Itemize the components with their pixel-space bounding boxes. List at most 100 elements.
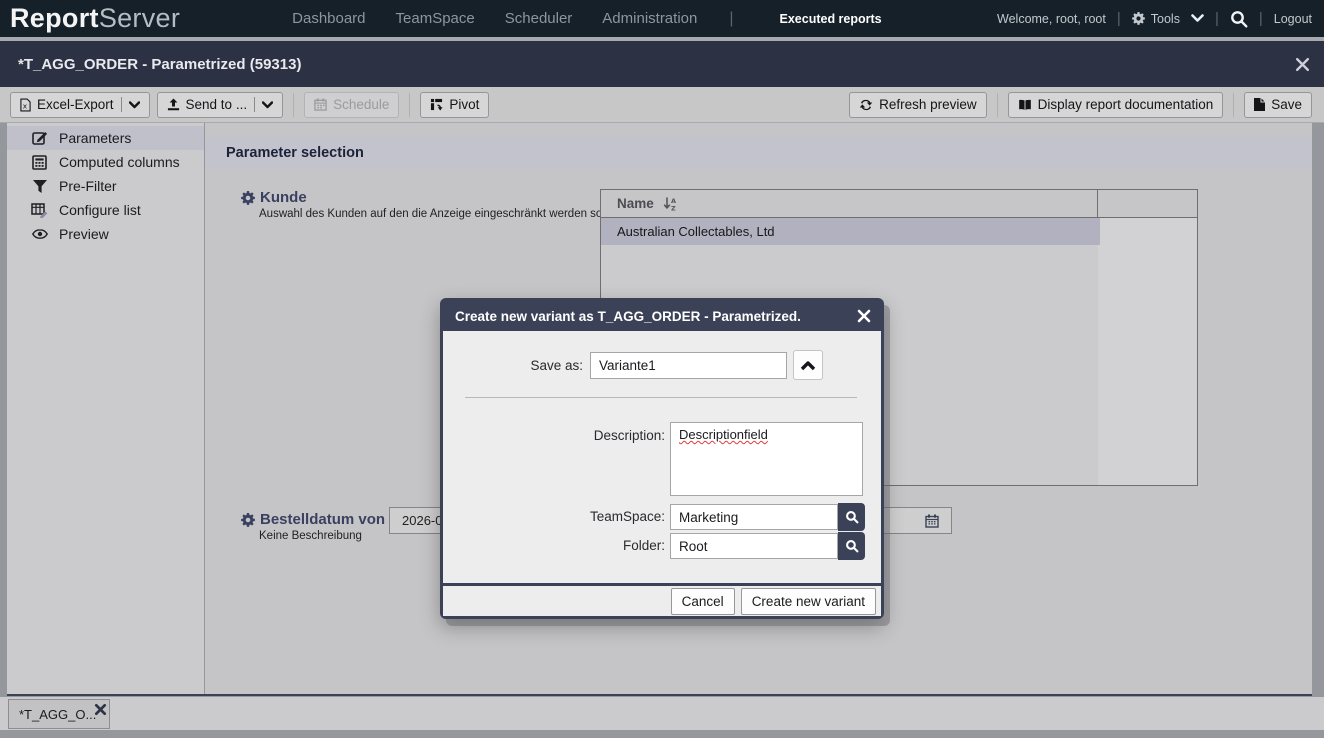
- bottom-tabbar: *T_AGG_O...: [0, 697, 1324, 730]
- calendar-icon[interactable]: [925, 514, 939, 528]
- toolbar-separator: [409, 93, 410, 117]
- sidebar-item-computed-columns[interactable]: Computed columns: [7, 150, 204, 174]
- nav-divider: |: [729, 10, 733, 28]
- report-tab[interactable]: *T_AGG_O...: [8, 699, 110, 729]
- parameter-selection-header: Parameter selection: [205, 137, 1312, 168]
- header-divider: |: [1259, 10, 1263, 27]
- table-row-label: Australian Collectables, Ltd: [617, 224, 775, 239]
- parameter-bestelldatum-head: Bestelldatum von: [241, 511, 385, 528]
- toolbar-separator: [293, 93, 294, 117]
- sidebar-item-parameters[interactable]: Parameters: [7, 126, 204, 150]
- search-icon[interactable]: [1230, 10, 1248, 28]
- close-icon[interactable]: [94, 703, 107, 716]
- folder-search-button[interactable]: [838, 532, 865, 560]
- table-column-header-name[interactable]: Name AZ: [601, 190, 1197, 218]
- parameter-bestelldatum-title: Bestelldatum von: [260, 511, 385, 528]
- nav-item-dashboard[interactable]: Dashboard: [292, 10, 365, 27]
- sidebar-item-preview[interactable]: Preview: [7, 222, 204, 246]
- svg-text:x: x: [23, 101, 28, 110]
- nav-item-administration[interactable]: Administration: [602, 10, 697, 27]
- documentation-icon: [1018, 99, 1032, 111]
- folder-label: Folder:: [443, 538, 665, 553]
- report-sidebar: Parameters Computed columns Pre-Filter C…: [7, 123, 205, 694]
- refresh-preview-button[interactable]: Refresh preview: [849, 92, 987, 118]
- display-documentation-button[interactable]: Display report documentation: [1008, 92, 1224, 118]
- tools-menu[interactable]: Tools: [1132, 12, 1180, 26]
- teamspace-combo: [670, 503, 865, 531]
- folder-input[interactable]: [670, 533, 838, 559]
- parameter-kunde-title: Kunde: [260, 189, 307, 206]
- pivot-label: Pivot: [449, 97, 479, 112]
- parameter-kunde: Kunde Auswahl des Kunden auf den die Anz…: [241, 189, 607, 220]
- gear-icon[interactable]: [241, 513, 255, 527]
- app-header: ReportServer Dashboard TeamSpace Schedul…: [0, 0, 1324, 37]
- report-tab-label: *T_AGG_O...: [19, 707, 96, 722]
- toolbar-right-group: Refresh preview Display report documenta…: [849, 92, 1312, 118]
- sort-icon: AZ: [663, 197, 678, 211]
- gear-icon[interactable]: [241, 191, 255, 205]
- schedule-button: Schedule: [304, 92, 399, 118]
- report-toolbar: x Excel-Export Send to ... Schedule: [0, 87, 1324, 123]
- header-divider: |: [1117, 10, 1121, 27]
- svg-text:Z: Z: [671, 204, 676, 210]
- parameter-bestelldatum: Bestelldatum von Keine Beschreibung: [241, 511, 385, 542]
- table-secondary-column: [1098, 218, 1197, 485]
- sidebar-item-label: Configure list: [59, 202, 141, 218]
- refresh-label: Refresh preview: [879, 97, 977, 112]
- parameter-kunde-description: Auswahl des Kunden auf den die Anzeige e…: [259, 208, 607, 220]
- toolbar-separator: [1233, 93, 1234, 117]
- button-split: [254, 97, 255, 112]
- sidebar-item-label: Parameters: [59, 130, 131, 146]
- save-label: Save: [1271, 97, 1302, 112]
- cancel-button[interactable]: Cancel: [671, 588, 735, 615]
- description-textarea[interactable]: Descriptionfield: [670, 422, 863, 496]
- parameters-icon: [31, 130, 48, 146]
- teamspace-search-button[interactable]: [838, 503, 865, 531]
- excel-export-button[interactable]: x Excel-Export: [10, 92, 150, 118]
- excel-export-icon: x: [20, 98, 31, 112]
- pivot-button[interactable]: Pivot: [420, 92, 489, 118]
- close-icon[interactable]: [1295, 57, 1310, 72]
- header-divider: |: [1215, 10, 1219, 27]
- reportserver-app: ReportServer Dashboard TeamSpace Schedul…: [0, 0, 1324, 738]
- teamspace-input[interactable]: [670, 504, 838, 530]
- computed-columns-icon: [31, 155, 48, 170]
- logo-bold: Report: [10, 3, 99, 33]
- folder-combo: [670, 532, 865, 560]
- parameter-selection-title: Parameter selection: [226, 145, 364, 161]
- save-button[interactable]: Save: [1244, 92, 1312, 118]
- chevron-down-icon[interactable]: [129, 101, 140, 109]
- close-icon[interactable]: [857, 309, 871, 323]
- header-right: Welcome, root, root | Tools | | Logout: [997, 10, 1312, 28]
- send-to-button[interactable]: Send to ...: [157, 92, 284, 118]
- sidebar-item-configure-list[interactable]: Configure list: [7, 198, 204, 222]
- collapse-details-button[interactable]: [793, 350, 823, 380]
- save-as-input[interactable]: [590, 352, 787, 379]
- nav-item-scheduler[interactable]: Scheduler: [505, 10, 573, 27]
- logout-link[interactable]: Logout: [1274, 12, 1312, 26]
- save-as-label: Save as:: [443, 358, 583, 373]
- sidebar-item-pre-filter[interactable]: Pre-Filter: [7, 174, 204, 198]
- chevron-down-icon[interactable]: [1191, 14, 1204, 23]
- nav-item-executed-reports[interactable]: Executed reports: [780, 12, 882, 26]
- chevron-down-icon[interactable]: [262, 101, 273, 109]
- documentation-label: Display report documentation: [1038, 97, 1214, 112]
- tools-label: Tools: [1151, 12, 1180, 26]
- sidebar-item-label: Computed columns: [59, 154, 180, 170]
- report-titlebar: *T_AGG_ORDER - Parametrized (59313): [0, 41, 1324, 87]
- refresh-icon: [859, 98, 873, 112]
- sidebar-item-label: Preview: [59, 226, 109, 242]
- button-split: [121, 97, 122, 112]
- sidebar-item-label: Pre-Filter: [59, 178, 117, 194]
- welcome-text: Welcome, root, root: [997, 12, 1106, 26]
- dialog-title: Create new variant as T_AGG_ORDER - Para…: [455, 309, 801, 324]
- search-icon: [845, 539, 859, 553]
- create-new-variant-button[interactable]: Create new variant: [741, 588, 876, 615]
- description-label: Description:: [443, 428, 665, 443]
- parameter-bestelldatum-description: Keine Beschreibung: [259, 530, 385, 542]
- excel-export-label: Excel-Export: [37, 97, 114, 112]
- teamspace-label: TeamSpace:: [443, 509, 665, 524]
- pre-filter-icon: [31, 180, 48, 193]
- table-row[interactable]: Australian Collectables, Ltd: [601, 218, 1100, 245]
- nav-item-teamspace[interactable]: TeamSpace: [396, 10, 475, 27]
